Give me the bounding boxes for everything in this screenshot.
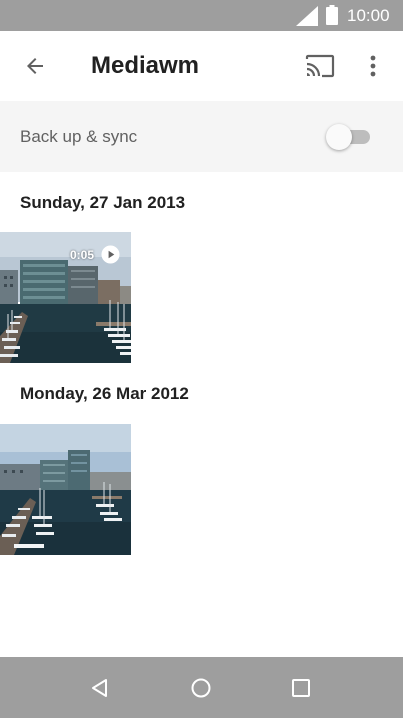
battery-icon	[326, 5, 338, 25]
cast-button[interactable]	[298, 45, 342, 87]
photo-thumbnail[interactable]	[0, 424, 131, 555]
back-button[interactable]	[14, 45, 56, 87]
more-options-button[interactable]	[352, 45, 394, 87]
status-bar: 10:00	[0, 0, 403, 31]
backup-sync-toggle[interactable]	[326, 123, 372, 151]
nav-home-icon	[191, 678, 211, 698]
toggle-thumb	[326, 124, 352, 150]
cast-icon	[305, 54, 335, 78]
navigation-bar	[0, 657, 403, 718]
status-time: 10:00	[347, 6, 390, 25]
nav-home-button[interactable]	[184, 671, 218, 705]
nav-recents-icon	[292, 679, 310, 697]
backup-sync-label: Back up & sync	[20, 127, 138, 146]
play-icon	[101, 245, 120, 264]
arrow-back-icon	[27, 58, 43, 74]
video-duration: 0:05	[70, 248, 95, 262]
date-header: Monday, 26 Mar 2012	[20, 384, 189, 403]
video-thumbnail[interactable]: 0:05	[0, 232, 131, 363]
app-bar: Mediawm	[0, 31, 403, 101]
nav-back-icon	[92, 679, 107, 697]
nav-recents-button[interactable]	[284, 671, 318, 705]
date-header: Sunday, 27 Jan 2013	[20, 193, 186, 212]
harbor-photo-image	[0, 424, 131, 555]
more-vert-icon	[370, 55, 376, 77]
signal-icon	[296, 6, 318, 26]
backup-sync-row[interactable]: Back up & sync	[0, 101, 403, 172]
page-title: Mediawm	[91, 52, 200, 79]
nav-back-button[interactable]	[83, 671, 117, 705]
